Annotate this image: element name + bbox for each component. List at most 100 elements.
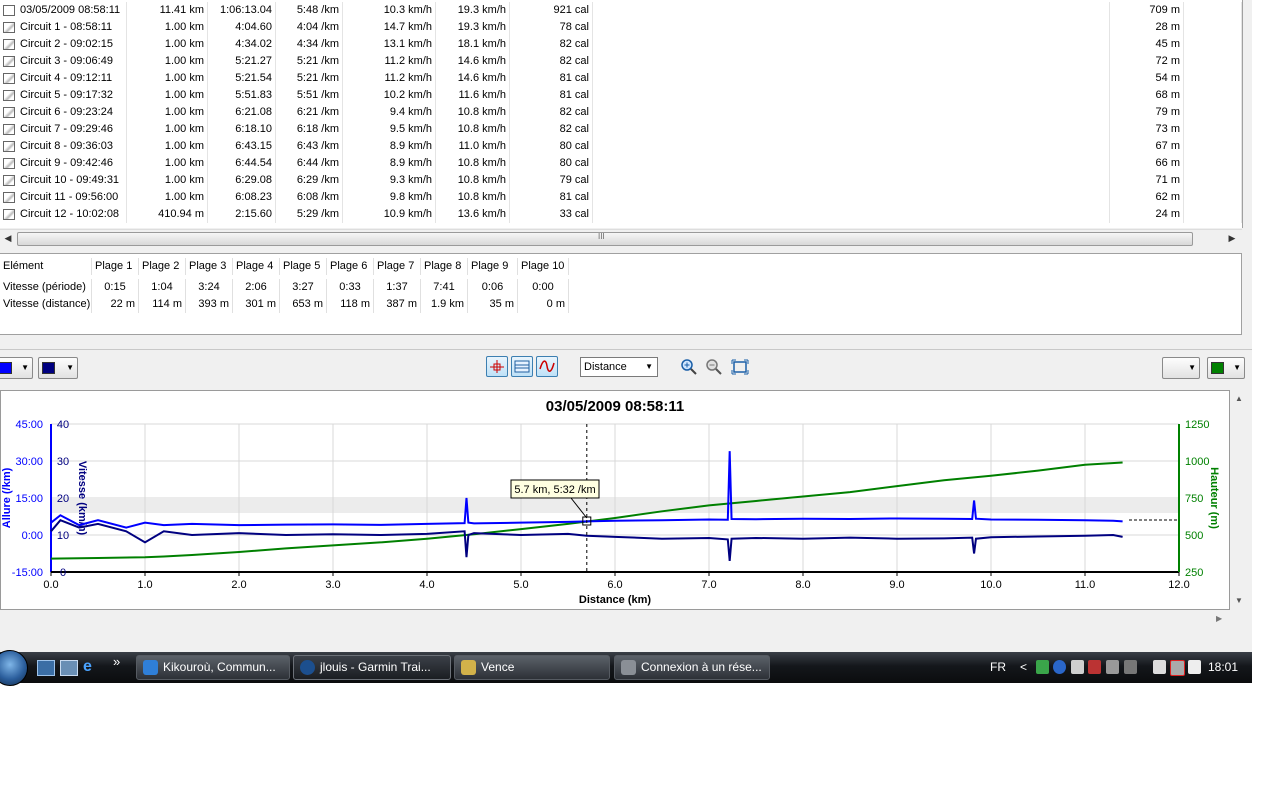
lap-icon: [3, 124, 15, 135]
crosshair-icon: [490, 360, 504, 373]
zones-icon: [514, 360, 530, 373]
lap-name: Circuit 1 - 08:58:11: [0, 19, 127, 36]
language-indicator[interactable]: FR: [990, 652, 1006, 683]
zones-header-range[interactable]: Plage 2: [139, 258, 186, 275]
lap-icon: [3, 22, 15, 33]
lap-row[interactable]: Circuit 5 - 09:17:32 1.00 km 5:51.83 5:51 /…: [0, 87, 1242, 104]
zones-header-range[interactable]: Plage 5: [280, 258, 327, 275]
task-kikourou[interactable]: Kikouroù, Commun...: [136, 655, 290, 680]
pace-color-swatch: [0, 362, 12, 374]
zones-header-element[interactable]: Elément: [0, 258, 92, 275]
scroll-left-arrow-icon[interactable]: ◀: [2, 232, 14, 244]
show-desktop-icon[interactable]: [37, 660, 55, 676]
zones-cell: 2:06: [233, 279, 280, 296]
smoothing-toggle-button[interactable]: [536, 356, 558, 377]
empty-cell: [593, 206, 1110, 223]
speed-color-picker[interactable]: ▼: [38, 357, 78, 379]
antivirus-icon[interactable]: [1053, 660, 1066, 674]
x-tick-label: 7.0: [701, 579, 716, 591]
window-icon[interactable]: [1071, 660, 1084, 674]
volume-icon[interactable]: [1188, 660, 1201, 674]
lap-row[interactable]: Circuit 7 - 09:29:46 1.00 km 6:18.10 6:18 /…: [0, 121, 1242, 138]
secondary-color-picker[interactable]: ▼: [1162, 357, 1200, 379]
lap-pace: 6:18 /km: [276, 121, 343, 138]
internet-explorer-icon[interactable]: e: [83, 659, 99, 675]
lap-row[interactable]: Circuit 8 - 09:36:03 1.00 km 6:43.15 6:43 /…: [0, 138, 1242, 155]
lap-row[interactable]: Circuit 6 - 09:23:24 1.00 km 6:21.08 6:21 /…: [0, 104, 1242, 121]
tooltip-text: 5.7 km, 5:32 /km: [514, 484, 595, 496]
lap-row[interactable]: Circuit 9 - 09:42:46 1.00 km 6:44.54 6:44 /…: [0, 155, 1242, 172]
scroll-up-arrow-icon[interactable]: ▲: [1235, 394, 1243, 403]
scroll-thumb[interactable]: [17, 232, 1193, 246]
home-icon[interactable]: [1036, 660, 1049, 674]
elevation-color-picker[interactable]: ▼: [1207, 357, 1245, 379]
lap-row[interactable]: Circuit 3 - 09:06:49 1.00 km 5:21.27 5:21 /…: [0, 53, 1242, 70]
zones-header-range[interactable]: Plage 6: [327, 258, 374, 275]
empty-cell: [593, 19, 1110, 36]
lap-name: Circuit 4 - 09:12:11: [0, 70, 127, 87]
lap-pace: 6:29 /km: [276, 172, 343, 189]
lap-icon: [3, 158, 15, 169]
zones-header-range[interactable]: Plage 3: [186, 258, 233, 275]
zones-header-range[interactable]: Plage 8: [421, 258, 468, 275]
speed-tick-label: 0: [60, 567, 66, 579]
task-garmin-training-center[interactable]: jlouis - Garmin Trai...: [293, 655, 451, 680]
more-quicklaunch-icon[interactable]: »: [113, 654, 129, 669]
zones-header-range[interactable]: Plage 10: [518, 258, 569, 275]
zones-header-range[interactable]: Plage 4: [233, 258, 280, 275]
task-vence[interactable]: Vence: [454, 655, 610, 680]
app-icon[interactable]: [1088, 660, 1101, 674]
speed-color-swatch: [42, 362, 55, 374]
lap-row[interactable]: Circuit 11 - 09:56:00 1.00 km 6:08.23 6:08 …: [0, 189, 1242, 206]
pace-color-picker[interactable]: ▼: [0, 357, 33, 379]
lap-row[interactable]: Circuit 2 - 09:02:15 1.00 km 4:34.02 4:34 /…: [0, 36, 1242, 53]
lap-time: 2:15.60: [208, 206, 276, 223]
zones-cell: 0 m: [518, 296, 569, 313]
chart-horizontal-scrollbar[interactable]: ▶: [0, 612, 1230, 628]
lap-row[interactable]: Circuit 12 - 10:02:08 410.94 m 2:15.60 5:29…: [0, 206, 1242, 223]
empty-cell: [1184, 53, 1242, 70]
fit-to-window-icon[interactable]: [731, 358, 749, 376]
zones-header-range[interactable]: Plage 7: [374, 258, 421, 275]
x-axis-select[interactable]: Distance ▼: [580, 357, 658, 377]
lap-time: 5:21.54: [208, 70, 276, 87]
lap-row[interactable]: Circuit 1 - 08:58:11 1.00 km 4:04.60 4:04 /…: [0, 19, 1242, 36]
zones-header-range[interactable]: Plage 9: [468, 258, 518, 275]
lap-avg-speed: 11.2 km/h: [343, 70, 436, 87]
chart-panel[interactable]: 03/05/2009 08:58:11 0.0 1.0 2.0 3.0 4.0 5.0 6.0…: [0, 390, 1230, 610]
empty-cell: [593, 104, 1110, 121]
speed-tick-label: 10: [57, 530, 69, 542]
zoom-out-icon[interactable]: [705, 358, 723, 376]
battery-icon[interactable]: [1153, 660, 1166, 674]
zones-cell: 301 m: [233, 296, 280, 313]
zones-header-range[interactable]: Plage 1: [92, 258, 139, 275]
empty-cell: [1184, 121, 1242, 138]
scroll-right-arrow-icon[interactable]: ▶: [1226, 232, 1238, 244]
zones-row-label: Vitesse (période): [0, 279, 92, 296]
lap-pace: 5:48 /km: [276, 2, 343, 19]
scroll-right-arrow-icon[interactable]: ▶: [1216, 614, 1222, 623]
lap-distance: 410.94 m: [127, 206, 208, 223]
chart-vertical-scrollbar[interactable]: ▲ ▼: [1232, 390, 1248, 610]
lap-row[interactable]: Circuit 4 - 09:12:11 1.00 km 5:21.54 5:21 /…: [0, 70, 1242, 87]
crosshair-toggle-button[interactable]: [486, 356, 508, 377]
tray-expand-icon[interactable]: <: [1020, 652, 1027, 683]
switch-windows-icon[interactable]: [60, 660, 78, 676]
lap-max-speed: 10.8 km/h: [436, 121, 510, 138]
laps-horizontal-scrollbar[interactable]: ◀ III ▶: [0, 229, 1242, 247]
clock[interactable]: 18:01: [1208, 652, 1238, 683]
network-disconnected-icon[interactable]: [1170, 660, 1185, 676]
start-button[interactable]: [0, 650, 28, 686]
lap-row[interactable]: Circuit 10 - 09:49:31 1.00 km 6:29.08 6:29 …: [0, 172, 1242, 189]
printer-icon[interactable]: [1124, 660, 1137, 674]
task-network-connection[interactable]: Connexion à un rése...: [614, 655, 770, 680]
zones-toggle-button[interactable]: [511, 356, 533, 377]
lap-icon: [3, 192, 15, 203]
zones-cell: 393 m: [186, 296, 233, 313]
network-icon: [621, 660, 636, 675]
device-icon[interactable]: [1106, 660, 1119, 674]
zoom-in-icon[interactable]: [680, 358, 698, 376]
scroll-down-arrow-icon[interactable]: ▼: [1235, 596, 1243, 605]
distance-chart[interactable]: 03/05/2009 08:58:11 0.0 1.0 2.0 3.0 4.0 5.0 6.0…: [1, 391, 1229, 609]
lap-row[interactable]: 03/05/2009 08:58:11 11.41 km 1:06:13.04 5:4…: [0, 2, 1242, 19]
